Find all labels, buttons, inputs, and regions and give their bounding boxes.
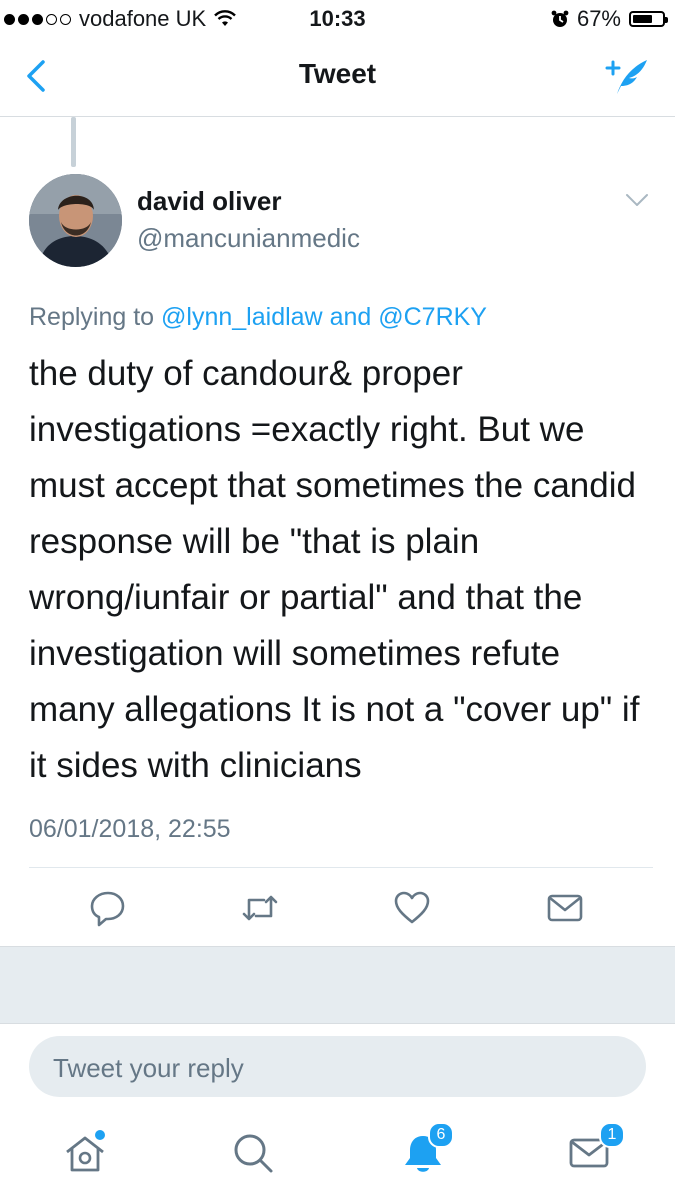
share-mail-icon[interactable] [545,888,585,928]
author-block[interactable]: david oliver @mancunianmedic [137,186,360,254]
replying-prefix: Replying to [29,303,155,331]
tab-notifications[interactable]: 6 [398,1122,454,1178]
battery-fill [633,15,652,23]
reply-input[interactable]: Tweet your reply [29,1036,646,1097]
tab-search[interactable] [228,1128,278,1178]
reply-icon[interactable] [88,888,128,928]
compose-quill-icon[interactable] [603,54,651,98]
separator-band [0,946,675,1024]
avatar[interactable] [29,174,122,267]
retweet-icon[interactable] [240,888,280,928]
battery-percent: 67% [576,6,621,31]
reply-mention-1[interactable]: @lynn_laidlaw [161,303,323,331]
divider [29,867,653,868]
chevron-down-icon[interactable] [625,192,649,208]
reply-mention-2[interactable]: @C7RKY [378,303,487,331]
nav-bar: Tweet [0,38,675,117]
tweet-text: the duty of candour& proper investigatio… [29,354,640,785]
thread-connector [71,117,76,167]
tab-home[interactable] [60,1128,110,1178]
author-handle[interactable]: @mancunianmedic [137,223,360,254]
battery-icon [629,11,668,27]
tweet-actions [0,880,675,940]
search-icon [234,1134,273,1173]
replying-to-line: Replying to @lynn_laidlaw and @C7RKY [29,303,487,332]
status-bar: vodafone UK 10:33 67% [0,0,675,38]
messages-badge: 1 [599,1122,625,1148]
tab-messages[interactable]: 1 [565,1122,625,1178]
reply-and: and [329,303,372,331]
notifications-badge: 6 [428,1122,454,1148]
alarm-icon [551,10,569,27]
status-right: 67% [551,6,668,32]
author-name[interactable]: david oliver [137,186,360,217]
page-title: Tweet [298,58,377,89]
avatar-photo [29,174,122,267]
like-icon[interactable] [392,888,432,928]
reply-placeholder: Tweet your reply [53,1053,244,1083]
home-new-dot [95,1130,105,1140]
tweet-timestamp: 06/01/2018, 22:55 [29,815,231,843]
tab-bar: 6 1 [0,1112,675,1200]
